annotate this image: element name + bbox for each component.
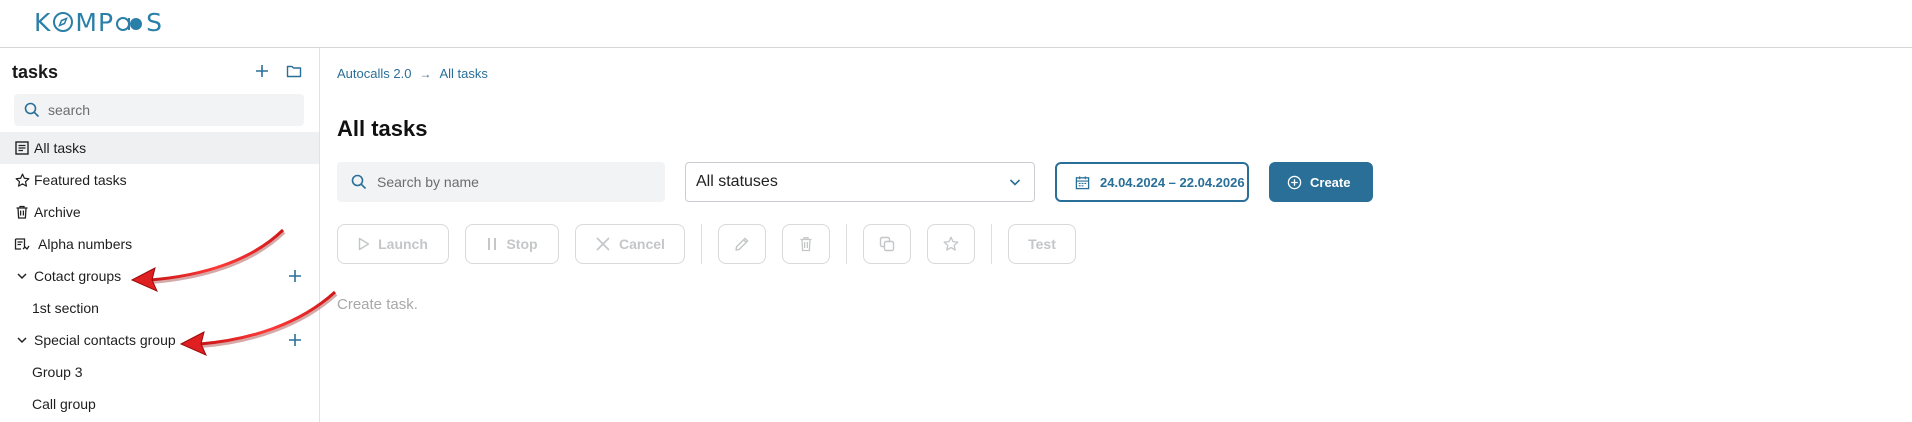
sidebar-item-all-tasks[interactable]: All tasks	[0, 132, 319, 164]
page-title: All tasks	[337, 116, 428, 141]
sidebar-item-call-group[interactable]: Call group	[0, 388, 319, 420]
plus-circle-icon	[1287, 175, 1302, 189]
sidebar-item-1st-section[interactable]: 1st section	[0, 292, 319, 324]
plus-icon	[289, 334, 301, 346]
copy-button[interactable]	[863, 224, 911, 264]
kompas-logo[interactable]: K MP S	[34, 8, 163, 37]
close-icon	[596, 237, 610, 251]
task-search-input[interactable]	[377, 174, 637, 190]
search-icon	[24, 102, 40, 118]
sidebar-item-label: Archive	[34, 204, 81, 220]
sidebar-item-label: Featured tasks	[34, 172, 127, 188]
launch-button-label: Launch	[378, 236, 428, 252]
sidebar-item-label: All tasks	[34, 140, 87, 156]
chevron-down-icon	[1009, 179, 1021, 186]
sidebar-item-label: Special contacts group	[34, 332, 176, 348]
compass-icon	[53, 12, 74, 32]
sidebar-item-label: Call group	[32, 396, 96, 412]
toolbar-divider	[846, 224, 847, 264]
top-bar: K MP S	[0, 0, 1912, 48]
sidebar-item-group-3[interactable]: Group 3	[0, 356, 319, 388]
date-range-picker[interactable]: 24.04.2024 – 22.04.2026	[1055, 162, 1249, 202]
chevron-down-icon[interactable]	[14, 332, 30, 348]
sidebar-item-special-contacts-group[interactable]: Special contacts group	[0, 324, 319, 356]
test-button[interactable]: Test	[1008, 224, 1076, 264]
folder-icon	[286, 65, 302, 78]
sidebar-item-featured-tasks[interactable]: Featured tasks	[0, 164, 319, 196]
sidebar-item-label: 1st section	[32, 300, 99, 316]
trash-icon	[14, 204, 30, 220]
breadcrumb: Autocalls 2.0 → All tasks	[337, 66, 488, 81]
alpha-numbers-icon	[14, 236, 30, 252]
copy-icon	[879, 236, 895, 252]
date-range-value: 24.04.2024 – 22.04.2026	[1100, 174, 1245, 190]
breadcrumb-separator: →	[419, 66, 432, 81]
sidebar-title: tasks	[12, 62, 59, 82]
plus-icon	[256, 65, 268, 77]
status-select-value: All statuses	[696, 173, 778, 190]
filters-bar: All statuses 24.04.2024 – 22.04.2026 Cre…	[337, 162, 1373, 202]
launch-button[interactable]: Launch	[337, 224, 449, 264]
toolbar-divider	[701, 224, 702, 264]
sidebar-item-cotact-groups[interactable]: Cotact groups	[0, 260, 319, 292]
stop-button[interactable]: Stop	[465, 224, 559, 264]
sidebar-item-label: Alpha numbers	[38, 236, 133, 252]
task-toolbar: Launch Stop Cancel Test	[337, 224, 1076, 264]
chevron-down-icon[interactable]	[14, 268, 30, 284]
empty-state-message: Create task.	[337, 296, 418, 313]
add-to-group-button[interactable]	[287, 268, 303, 284]
plus-icon	[289, 270, 301, 282]
add-to-group-button[interactable]	[287, 332, 303, 348]
sidebar-item-label: Cotact groups	[34, 268, 122, 284]
star-icon	[943, 236, 959, 251]
create-button-label: Create	[1310, 174, 1351, 190]
edit-button[interactable]	[718, 224, 766, 264]
sidebar-item-label: Group 3	[32, 364, 83, 380]
add-task-button[interactable]	[253, 62, 271, 80]
stop-button-label: Stop	[506, 236, 538, 252]
star-icon	[14, 172, 30, 188]
cancel-button[interactable]: Cancel	[575, 224, 685, 264]
breadcrumb-link-all-tasks[interactable]: All tasks	[439, 66, 487, 81]
toolbar-divider	[991, 224, 992, 264]
sidebar-search-input[interactable]	[48, 102, 278, 118]
cancel-button-label: Cancel	[619, 236, 665, 252]
double-a-icon	[116, 17, 143, 31]
sidebar-actions	[253, 62, 303, 80]
sidebar-nav: All tasks Featured tasks Archive Alpha n…	[0, 132, 319, 420]
sidebar-item-alpha-numbers[interactable]: Alpha numbers	[0, 228, 319, 260]
pause-icon	[488, 238, 497, 250]
play-icon	[358, 237, 370, 251]
list-icon	[14, 140, 30, 156]
test-button-label: Test	[1028, 236, 1056, 252]
task-search[interactable]	[337, 162, 665, 202]
delete-button[interactable]	[782, 224, 830, 264]
breadcrumb-link-autocalls[interactable]: Autocalls 2.0	[337, 66, 411, 81]
trash-icon	[800, 237, 812, 252]
main-content: Autocalls 2.0 → All tasks All tasks All …	[321, 48, 1912, 422]
status-select[interactable]: All statuses	[685, 162, 1035, 202]
pencil-icon	[735, 237, 749, 251]
add-folder-button[interactable]	[285, 62, 303, 80]
sidebar: tasks All tasks	[0, 48, 320, 422]
sidebar-item-archive[interactable]: Archive	[0, 196, 319, 228]
favorite-button[interactable]	[927, 224, 975, 264]
search-icon	[351, 174, 367, 190]
sidebar-search[interactable]	[14, 94, 304, 126]
create-button[interactable]: Create	[1269, 162, 1373, 202]
calendar-icon	[1075, 175, 1090, 189]
